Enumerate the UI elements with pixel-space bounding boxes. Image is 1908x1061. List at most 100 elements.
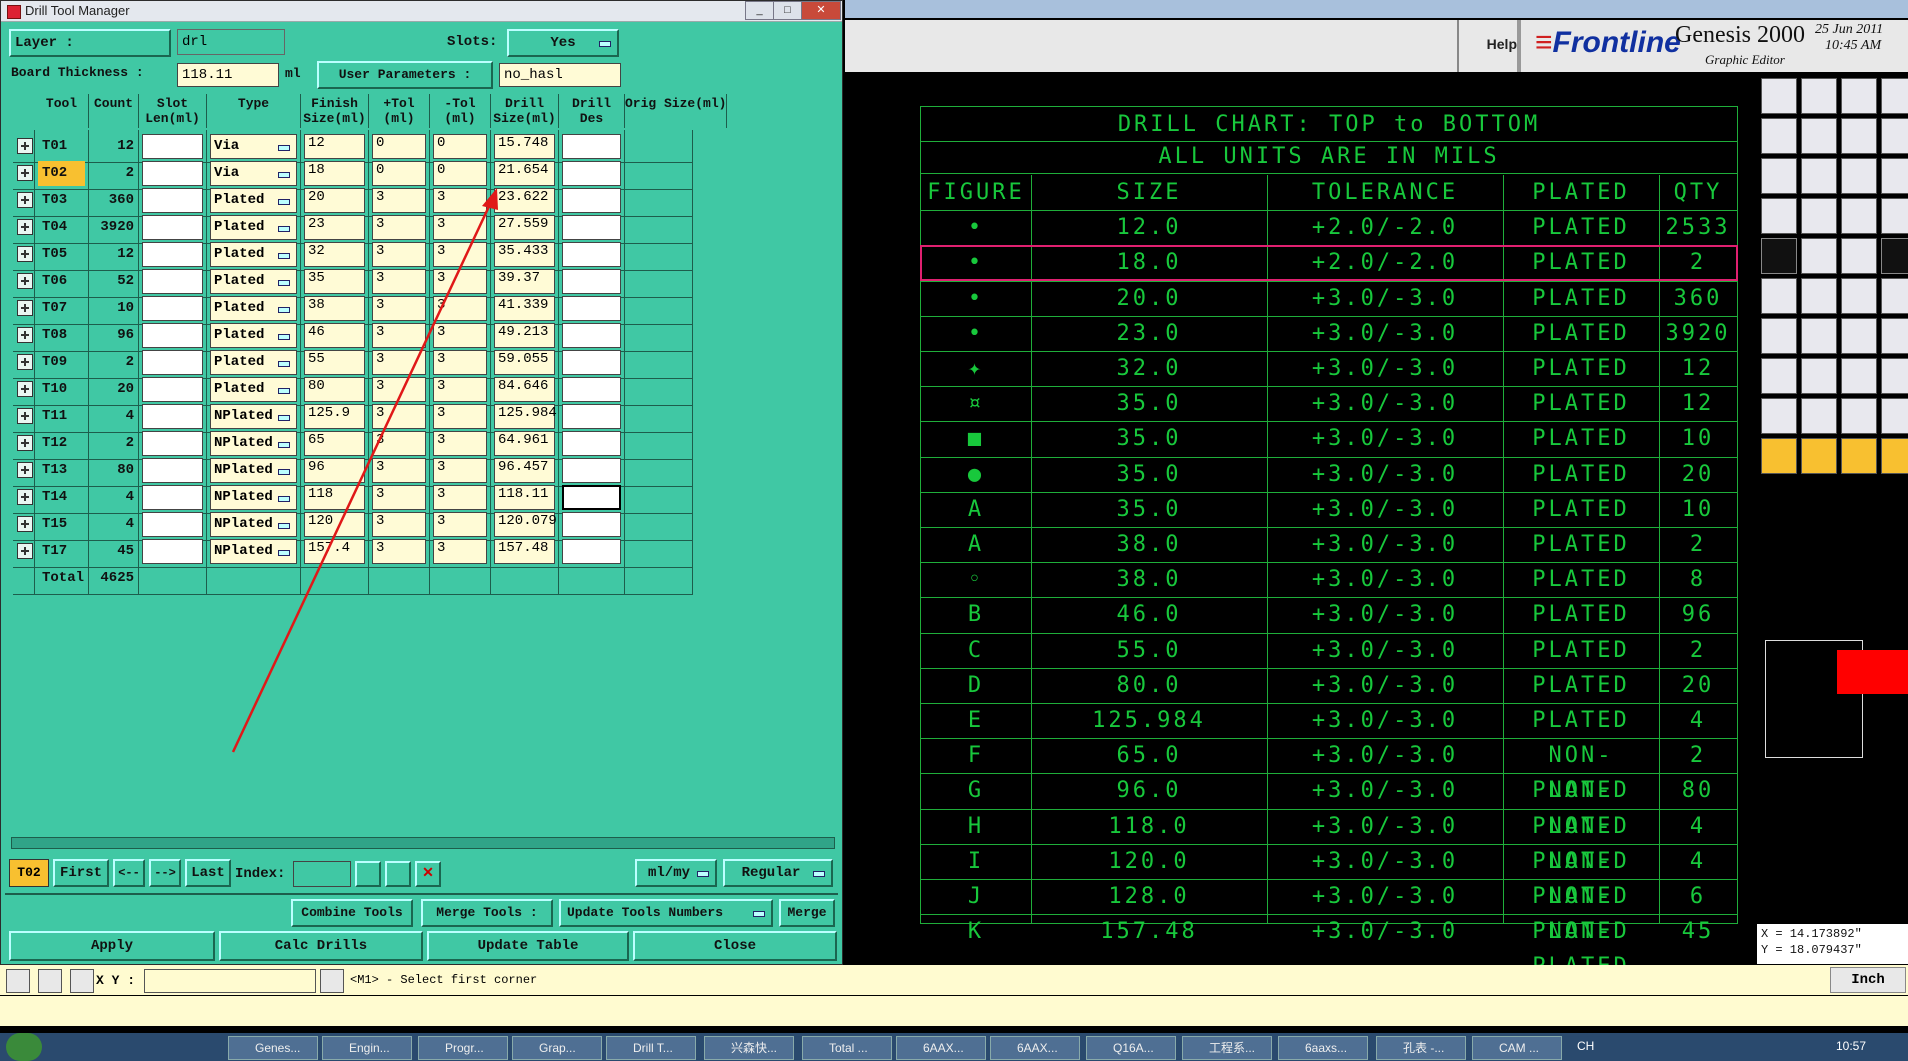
print-icon[interactable] — [1881, 78, 1908, 114]
import-icon[interactable] — [1761, 118, 1797, 154]
flag-icon[interactable] — [1881, 318, 1908, 354]
chart-column-header: PLATED — [1532, 180, 1630, 205]
taskbar-item[interactable]: 6AAX... — [896, 1036, 986, 1060]
chart-cell-tol: +3.0/-3.0 — [1311, 426, 1459, 452]
chart-cell-qty: 2 — [1689, 743, 1707, 769]
overview-viewport[interactable] — [1837, 650, 1908, 694]
chart-cell-qty: 4 — [1689, 848, 1707, 874]
snap-icon[interactable] — [6, 969, 30, 993]
taskbar-item[interactable]: 6aaxs... — [1278, 1036, 1368, 1060]
chart-cell-qty: 20 — [1681, 461, 1715, 487]
fit-icon[interactable] — [1761, 158, 1797, 194]
shape-icon[interactable] — [1801, 238, 1837, 274]
grid-icon[interactable] — [70, 969, 94, 993]
diagonal-icon[interactable] — [1801, 318, 1837, 354]
camera-icon[interactable] — [1761, 238, 1797, 274]
save-icon[interactable] — [1801, 78, 1837, 114]
chart-cell-plated: NON-PLATED — [1532, 743, 1630, 804]
arc-icon[interactable] — [1841, 318, 1877, 354]
pointer-icon[interactable] — [1761, 438, 1797, 474]
command-line[interactable] — [0, 996, 1908, 1026]
layer-icon[interactable] — [1761, 198, 1797, 234]
help-button[interactable]: Help — [1457, 36, 1517, 52]
chart-cell-size: 80.0 — [1116, 672, 1182, 698]
edit-icon[interactable] — [1841, 438, 1877, 474]
chart-cell-plated: NON-PLATED — [1532, 884, 1630, 945]
cross-icon[interactable] — [1801, 278, 1837, 314]
angle-icon[interactable] — [1761, 318, 1797, 354]
tool-palette: X = 14.173892" Y = 18.079437" — [1757, 72, 1908, 965]
paste-icon[interactable] — [1881, 118, 1908, 154]
chart-column-line — [1031, 175, 1032, 923]
genesis-header: Help ≡Frontline Genesis 2000 Graphic Edi… — [845, 20, 1908, 72]
open-icon[interactable] — [1761, 78, 1797, 114]
chart-cell-plated: NON-PLATED — [1532, 919, 1626, 979]
taskbar-item[interactable]: Drill T... — [606, 1036, 696, 1060]
node-icon[interactable] — [1761, 358, 1797, 394]
help-icon[interactable] — [1881, 158, 1908, 194]
selected-row-highlight — [920, 245, 1738, 281]
chart-cell-tol: +3.0/-3.0 — [1311, 496, 1459, 522]
chart-cell-plated: PLATED — [1532, 215, 1630, 241]
ruler-icon[interactable] — [1841, 238, 1877, 274]
chart-cell-tol: +3.0/-3.0 — [1311, 848, 1459, 874]
xy-input[interactable] — [144, 969, 316, 993]
chart-cell-plated: NON-PLATED — [1532, 778, 1630, 839]
gear-icon[interactable] — [1881, 358, 1908, 394]
a-icon[interactable] — [1801, 398, 1837, 434]
unit-toggle-button[interactable]: Inch — [1830, 967, 1906, 993]
annotation-arrow-line — [231, 199, 494, 753]
taskbar-item[interactable]: Progr... — [418, 1036, 508, 1060]
taskbar-item[interactable]: 兴森快... — [704, 1036, 794, 1060]
chart-cell-fig: K — [967, 919, 985, 945]
info-icon[interactable] — [320, 969, 344, 993]
taskbar-item[interactable]: Engin... — [322, 1036, 412, 1060]
center-icon[interactable] — [1801, 158, 1837, 194]
taskbar-item[interactable]: CAM ... — [1472, 1036, 1562, 1060]
taskbar-item[interactable]: 工程系... — [1182, 1036, 1272, 1060]
chart-cell-qty: 96 — [1681, 602, 1715, 628]
select-icon[interactable] — [1801, 438, 1837, 474]
route-icon[interactable] — [1881, 198, 1908, 234]
annotation-arrow — [231, 188, 498, 753]
chart-cell-fig: ◦ — [967, 567, 985, 593]
line-icon[interactable] — [1801, 198, 1837, 234]
pad-icon[interactable] — [1881, 238, 1908, 274]
taskbar-item[interactable]: Q16A... — [1086, 1036, 1176, 1060]
chart-cell-qty: 6 — [1689, 884, 1707, 909]
chart-cell-fig: • — [967, 320, 985, 346]
taskbar-item[interactable]: Genes... — [228, 1036, 318, 1060]
coordinate-readout: X = 14.173892" Y = 18.079437" — [1757, 924, 1908, 964]
genesis-titlebar[interactable] — [845, 0, 1908, 18]
chart-cell-qty: 10 — [1681, 426, 1715, 452]
chart-cell-size: 23.0 — [1116, 320, 1182, 346]
taskbar-item[interactable]: Total ... — [802, 1036, 892, 1060]
scale-icon[interactable] — [1841, 158, 1877, 194]
net-icon[interactable] — [1761, 278, 1797, 314]
chart-cell-fig: H — [967, 813, 985, 839]
measure-icon[interactable] — [38, 969, 62, 993]
taskbar-clock[interactable]: 10:57 — [1836, 1039, 1866, 1053]
chart-subtitle: ALL UNITS ARE IN MILS — [1158, 144, 1500, 169]
link-icon[interactable] — [1881, 278, 1908, 314]
language-indicator[interactable]: CH — [1577, 1039, 1594, 1053]
taskbar-item[interactable]: 6AAX... — [990, 1036, 1080, 1060]
taskbar-item[interactable]: 孔表 -... — [1376, 1036, 1466, 1060]
dash-icon[interactable] — [1801, 358, 1837, 394]
chart-cell-qty: 3920 — [1665, 320, 1731, 346]
point-icon[interactable] — [1841, 278, 1877, 314]
chart-cell-fig: ■ — [967, 426, 985, 452]
triangle-icon[interactable] — [1761, 398, 1797, 434]
snap-icon[interactable] — [1841, 198, 1877, 234]
chart-cell-size: 32.0 — [1116, 356, 1182, 381]
chart-cell-qty: 10 — [1681, 496, 1715, 522]
chart-cell-tol: +3.0/-3.0 — [1311, 708, 1459, 733]
home-icon[interactable] — [1841, 78, 1877, 114]
a2-icon[interactable] — [1841, 398, 1877, 434]
export-icon[interactable] — [1801, 118, 1837, 154]
warn-icon[interactable] — [1881, 398, 1908, 434]
move-icon[interactable] — [1881, 438, 1908, 474]
copy-icon[interactable] — [1841, 118, 1877, 154]
box-icon[interactable] — [1841, 358, 1877, 394]
taskbar-item[interactable]: Grap... — [512, 1036, 602, 1060]
